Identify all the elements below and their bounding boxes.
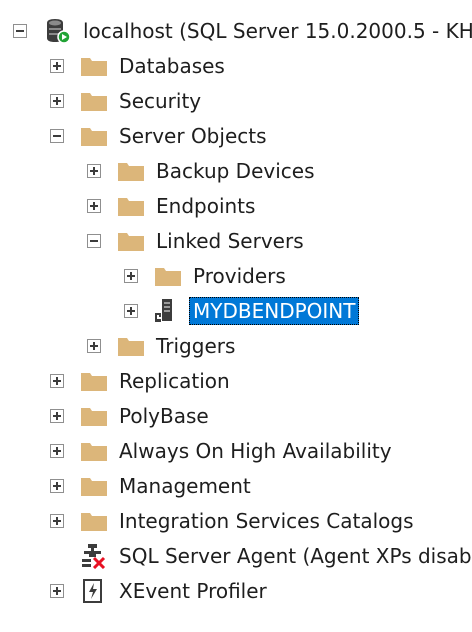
tree-node-sql-server-agent[interactable]: SQL Server Agent (Agent XPs disab	[0, 539, 472, 573]
folder-icon	[80, 123, 108, 149]
tree-node-label: Integration Services Catalogs	[119, 509, 414, 533]
tree-node-mydbendpoint[interactable]: MYDBENDPOINT	[0, 294, 472, 328]
folder-icon	[117, 333, 145, 359]
tree-node-label: Linked Servers	[156, 229, 304, 253]
tree-node-label: Always On High Availability	[119, 439, 392, 463]
folder-icon	[80, 53, 108, 79]
folder-icon	[80, 473, 108, 499]
tree-node-xevent-profiler[interactable]: XEvent Profiler	[0, 574, 472, 608]
folder-icon	[117, 158, 145, 184]
tree-node-label: Providers	[193, 264, 286, 288]
folder-icon	[154, 263, 182, 289]
linked-server-icon	[152, 298, 180, 324]
tree-node-label: XEvent Profiler	[119, 579, 267, 603]
tree-node-label: Databases	[119, 54, 225, 78]
tree-node-always-on[interactable]: Always On High Availability	[0, 434, 472, 468]
tree-node-label: Endpoints	[156, 194, 256, 218]
tree-node-linked-servers[interactable]: Linked Servers	[0, 224, 472, 258]
folder-icon	[80, 368, 108, 394]
expand-toggle[interactable]	[87, 164, 101, 178]
xevent-profiler-icon	[80, 578, 108, 604]
collapse-toggle[interactable]	[50, 129, 64, 143]
expand-toggle[interactable]	[50, 59, 64, 73]
tree-node-label-selected: MYDBENDPOINT	[189, 297, 360, 325]
tree-node-server[interactable]: localhost (SQL Server 15.0.2000.5 - KH-	[0, 14, 472, 48]
expand-toggle[interactable]	[50, 409, 64, 423]
tree-node-label: Management	[119, 474, 251, 498]
collapse-toggle[interactable]	[13, 24, 27, 38]
tree-node-label: Server Objects	[119, 124, 267, 148]
tree-node-management[interactable]: Management	[0, 469, 472, 503]
expand-toggle[interactable]	[124, 304, 138, 318]
tree-node-label: Security	[119, 89, 202, 113]
tree-node-databases[interactable]: Databases	[0, 49, 472, 83]
tree-node-endpoints[interactable]: Endpoints	[0, 189, 472, 223]
folder-icon	[117, 193, 145, 219]
database-server-icon	[44, 18, 72, 44]
folder-icon	[80, 508, 108, 534]
folder-icon	[80, 403, 108, 429]
tree-node-polybase[interactable]: PolyBase	[0, 399, 472, 433]
folder-icon	[80, 88, 108, 114]
expand-toggle[interactable]	[50, 584, 64, 598]
tree-node-providers[interactable]: Providers	[0, 259, 472, 293]
tree-node-label: Replication	[119, 369, 230, 393]
expand-toggle[interactable]	[124, 269, 138, 283]
tree-node-backup-devices[interactable]: Backup Devices	[0, 154, 472, 188]
agent-disabled-icon	[80, 543, 108, 569]
expand-toggle[interactable]	[50, 479, 64, 493]
expand-toggle[interactable]	[50, 514, 64, 528]
tree-node-security[interactable]: Security	[0, 84, 472, 118]
folder-icon	[80, 438, 108, 464]
expand-toggle[interactable]	[50, 444, 64, 458]
expand-toggle[interactable]	[87, 339, 101, 353]
collapse-toggle[interactable]	[87, 234, 101, 248]
expand-toggle[interactable]	[87, 199, 101, 213]
tree-node-server-objects[interactable]: Server Objects	[0, 119, 472, 153]
tree-node-replication[interactable]: Replication	[0, 364, 472, 398]
tree-node-label: Triggers	[156, 334, 236, 358]
tree-node-triggers[interactable]: Triggers	[0, 329, 472, 363]
expand-toggle[interactable]	[50, 94, 64, 108]
tree-node-label: localhost (SQL Server 15.0.2000.5 - KH-	[83, 19, 472, 43]
tree-node-integration-services[interactable]: Integration Services Catalogs	[0, 504, 472, 538]
expand-toggle[interactable]	[50, 374, 64, 388]
object-explorer-tree: localhost (SQL Server 15.0.2000.5 - KH- …	[0, 0, 472, 632]
folder-icon	[117, 228, 145, 254]
tree-node-label: PolyBase	[119, 404, 209, 428]
tree-node-label: Backup Devices	[156, 159, 315, 183]
tree-node-label: SQL Server Agent (Agent XPs disab	[119, 544, 472, 568]
